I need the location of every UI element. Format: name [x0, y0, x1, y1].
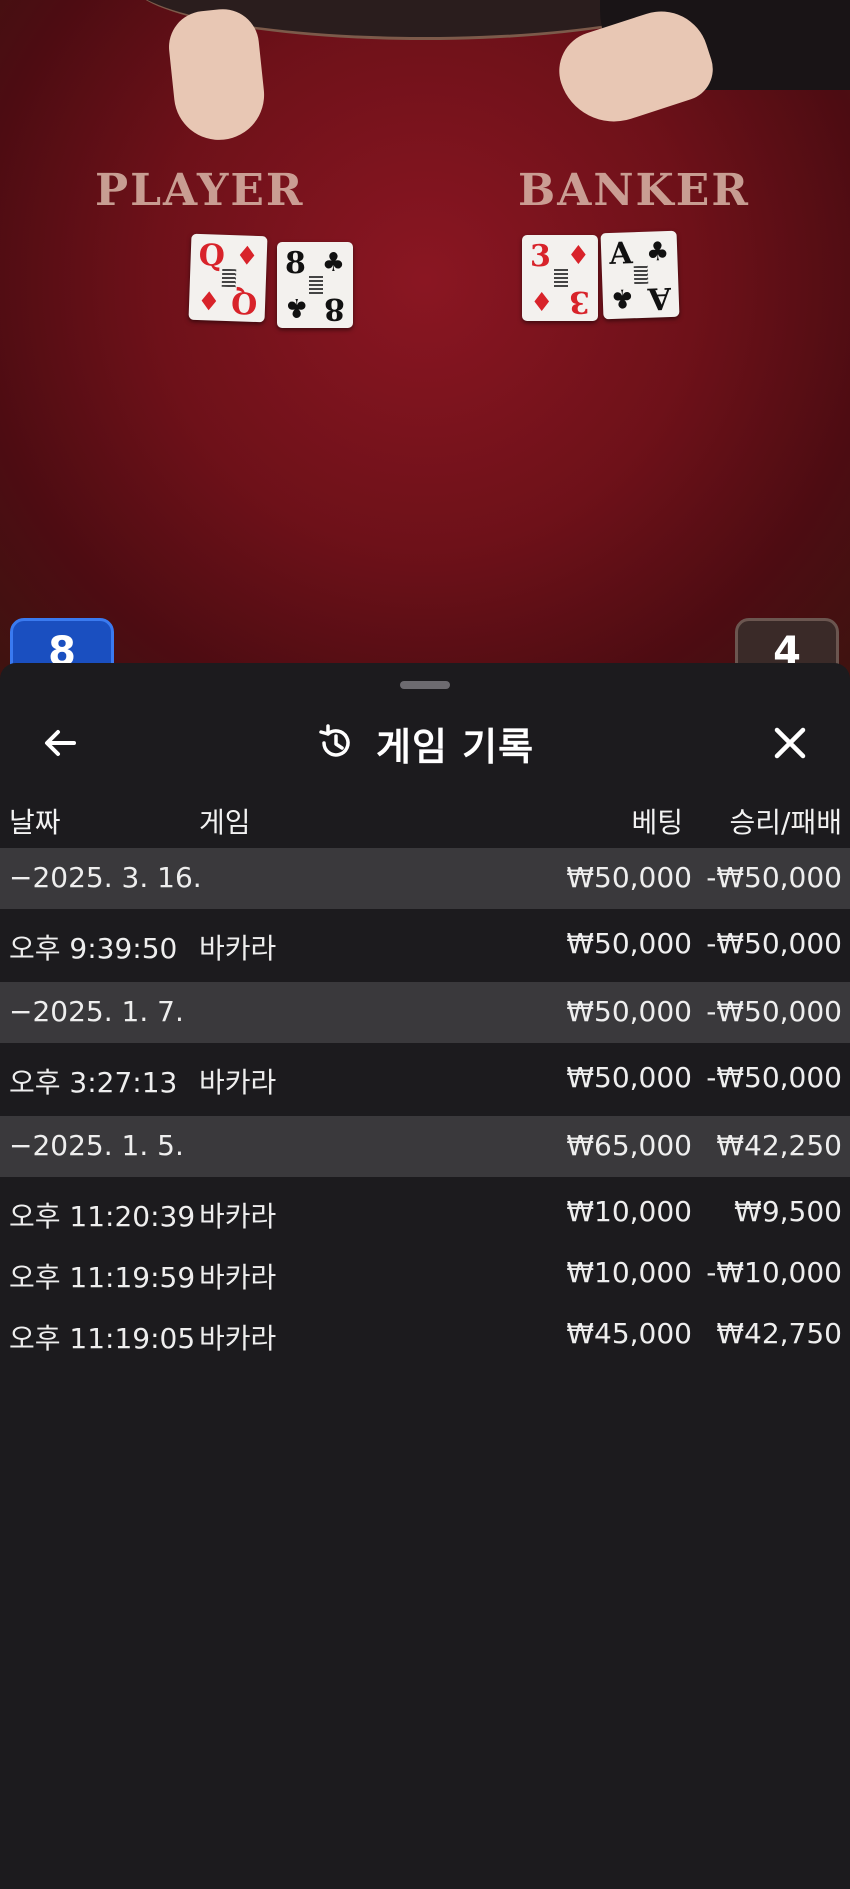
history-row[interactable]: 오후 9:39:50 바카라 ₩50,000 -₩50,000 — [0, 909, 850, 982]
bet-cell: ₩45,000 — [566, 1317, 692, 1350]
date-cell: −2025. 1. 5. — [9, 1129, 184, 1162]
result-cell: ₩42,250 — [716, 1129, 842, 1162]
bet-cell: ₩50,000 — [566, 1061, 692, 1094]
live-table-view: PLAYER BANKER Q ♦ Q ♦ 8 ♣ 8 ♣ 3 ♦ 3 ♦ A … — [0, 0, 850, 700]
result-cell: ₩42,750 — [716, 1317, 842, 1350]
table-header: 날짜 게임 베팅 승리/패배 — [0, 801, 850, 851]
banker-card-2: A ♣ A ♣ — [600, 230, 680, 320]
sheet-header: 게임 기록 — [0, 703, 850, 783]
dealer-hand-left — [165, 5, 269, 145]
player-card-2: 8 ♣ 8 ♣ — [277, 242, 353, 328]
arrow-left-icon — [45, 730, 76, 756]
date-group-row[interactable]: −2025. 1. 7. ₩50,000 -₩50,000 — [0, 982, 850, 1043]
date-cell: −2025. 3. 16. — [9, 861, 202, 894]
banker-card-1: 3 ♦ 3 ♦ — [522, 235, 598, 321]
history-list: −2025. 3. 16. ₩50,000 -₩50,000 오후 9:39:5… — [0, 848, 850, 1360]
bet-cell: ₩65,000 — [566, 1129, 692, 1162]
result-cell: -₩50,000 — [706, 1061, 842, 1094]
result-cell: -₩50,000 — [706, 995, 842, 1028]
sheet-drag-handle[interactable] — [400, 681, 450, 689]
date-cell: −2025. 1. 7. — [9, 995, 184, 1028]
column-header-game: 게임 — [199, 806, 251, 839]
game-cell: 바카라 — [199, 932, 277, 965]
game-cell: 바카라 — [199, 1261, 277, 1294]
bet-cell: ₩50,000 — [566, 861, 692, 894]
close-button[interactable] — [768, 721, 812, 765]
player-card-1: Q ♦ Q ♦ — [188, 233, 268, 323]
back-button[interactable] — [38, 721, 82, 765]
sheet-title-group: 게임 기록 — [316, 719, 534, 769]
close-icon — [774, 727, 806, 759]
result-cell: -₩50,000 — [706, 861, 842, 894]
time-cell: 오후 3:27:13 — [9, 1066, 178, 1099]
player-label: PLAYER — [95, 165, 305, 216]
bet-cell: ₩10,000 — [566, 1195, 692, 1228]
history-row[interactable]: 오후 11:20:39 바카라 ₩10,000 ₩9,500 — [0, 1177, 850, 1238]
game-cell: 바카라 — [199, 1200, 277, 1233]
game-history-sheet: 게임 기록 날짜 게임 베팅 승리/패배 −2025. 3. 16. ₩50,0… — [0, 663, 850, 1889]
result-cell: ₩9,500 — [734, 1195, 842, 1228]
column-header-result: 승리/패배 — [729, 806, 842, 839]
page-title: 게임 기록 — [376, 724, 535, 769]
time-cell: 오후 9:39:50 — [9, 932, 178, 965]
game-cell: 바카라 — [199, 1066, 277, 1099]
game-cell: 바카라 — [199, 1322, 277, 1355]
time-cell: 오후 11:19:59 — [9, 1261, 196, 1294]
time-cell: 오후 11:19:05 — [9, 1322, 196, 1355]
date-group-row[interactable]: −2025. 3. 16. ₩50,000 -₩50,000 — [0, 848, 850, 909]
column-header-bet: 베팅 — [631, 806, 683, 839]
bet-cell: ₩50,000 — [566, 927, 692, 960]
bet-cell: ₩10,000 — [566, 1256, 692, 1289]
result-cell: -₩10,000 — [706, 1256, 842, 1289]
result-cell: -₩50,000 — [706, 927, 842, 960]
column-header-date: 날짜 — [9, 806, 61, 839]
date-group-row[interactable]: −2025. 1. 5. ₩65,000 ₩42,250 — [0, 1116, 850, 1177]
history-row[interactable]: 오후 11:19:05 바카라 ₩45,000 ₩42,750 — [0, 1299, 850, 1360]
history-row[interactable]: 오후 11:19:59 바카라 ₩10,000 -₩10,000 — [0, 1238, 850, 1299]
banker-label: BANKER — [518, 165, 750, 216]
bet-cell: ₩50,000 — [566, 995, 692, 1028]
history-icon — [319, 724, 350, 757]
history-row[interactable]: 오후 3:27:13 바카라 ₩50,000 -₩50,000 — [0, 1043, 850, 1116]
time-cell: 오후 11:20:39 — [9, 1200, 196, 1233]
